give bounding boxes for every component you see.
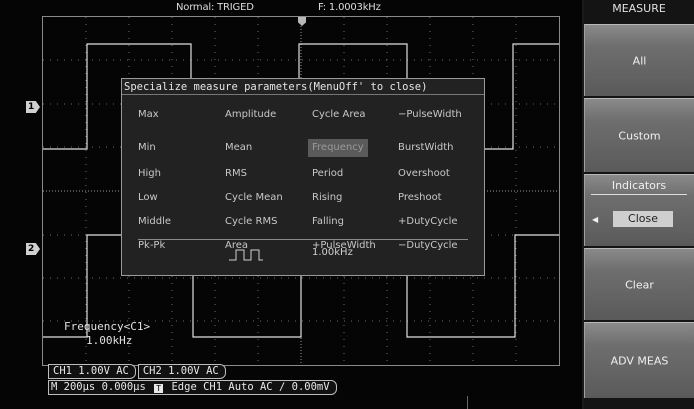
param-cycle-rms[interactable]: Cycle RMS [225, 213, 277, 231]
measure-menu: MEASURE All Custom Indicators ◀ Close Cl… [584, 0, 694, 409]
ch1-setting[interactable]: CH1 1.00V AC [48, 364, 136, 379]
param-cycle-area[interactable]: Cycle Area [312, 106, 366, 124]
param-plus-dutycycle[interactable]: +DutyCycle [398, 213, 458, 231]
param-max[interactable]: Max [138, 106, 159, 124]
indicators-button[interactable]: Indicators ◀ Close [584, 174, 694, 246]
square-pulse-icon [229, 249, 263, 261]
param-low[interactable]: Low [138, 189, 158, 207]
param-preshoot[interactable]: Preshoot [398, 189, 442, 207]
arrow-left-icon: ◀ [592, 215, 599, 224]
param-burstwidth[interactable]: BurstWidth [398, 139, 454, 157]
param-cycle-mean[interactable]: Cycle Mean [225, 189, 283, 207]
frequency-counter: F: 1.0003kHz [318, 2, 381, 13]
all-button[interactable]: All [584, 24, 694, 96]
acquisition-status: Normal: TRIGED [176, 2, 254, 13]
ch1-marker: 1 [26, 101, 40, 113]
param-high[interactable]: High [138, 165, 161, 183]
divider [467, 396, 468, 409]
custom-button[interactable]: Custom [584, 98, 694, 172]
param-amplitude[interactable]: Amplitude [225, 106, 276, 124]
adv-meas-button[interactable]: ADV MEAS [584, 322, 694, 398]
param-min[interactable]: Min [138, 139, 156, 157]
ch2-setting[interactable]: CH2 1.00V AC [137, 364, 226, 379]
selected-param-preview: 1.00kHz [312, 247, 353, 258]
param-falling[interactable]: Falling [312, 213, 344, 231]
trigger-icon: T [154, 384, 164, 393]
dialog-divider [138, 239, 468, 240]
status-bar: Normal: TRIGED F: 1.0003kHz [0, 0, 582, 16]
trigger-settings: Edge CH1 Auto AC [171, 381, 273, 393]
dialog-title: Specialize measure parameters(MenuOff' t… [122, 79, 484, 95]
adv-meas-button-label: ADV MEAS [610, 354, 669, 367]
custom-button-label: Custom [618, 129, 661, 142]
param-minus-pulsewidth[interactable]: −PulseWidth [398, 106, 462, 124]
bottom-strip [0, 396, 582, 409]
param-period[interactable]: Period [312, 165, 343, 183]
indicators-label: Indicators [591, 179, 687, 195]
measurement-readout: Frequency<C1> 1.00kHz [64, 320, 150, 348]
clear-button-label: Clear [625, 278, 654, 291]
trigger-level: 0.00mV [291, 381, 330, 393]
param-rising[interactable]: Rising [312, 189, 342, 207]
param-overshoot[interactable]: Overshoot [398, 165, 450, 183]
timebase-trigger-row[interactable]: M 200μs 0.000μs T Edge CH1 Auto AC ∕ 0.0… [48, 380, 337, 395]
clear-button[interactable]: Clear [584, 248, 694, 320]
readout-label: Frequency<C1> [64, 320, 151, 333]
timebase-value: M 200μs 0.000μs [51, 381, 146, 393]
scope-screen: Normal: TRIGED F: 1.0003kHz 1 2 Frequenc… [0, 0, 582, 409]
rising-edge-icon: ∕ [278, 381, 286, 393]
measure-parameters-dialog: Specialize measure parameters(MenuOff' t… [121, 78, 485, 276]
ch2-marker: 2 [26, 243, 40, 255]
param-rms[interactable]: RMS [225, 165, 247, 183]
all-button-label: All [632, 54, 647, 67]
channel-status-row: CH1 1.00V AC CH2 1.00V AC [48, 364, 228, 379]
param-middle[interactable]: Middle [138, 213, 171, 231]
menu-title: MEASURE [612, 2, 666, 15]
readout-value: 1.00kHz [86, 334, 133, 347]
param-mean[interactable]: Mean [225, 139, 252, 157]
indicators-value: Close [613, 211, 673, 227]
param-frequency[interactable]: Frequency [308, 139, 368, 157]
